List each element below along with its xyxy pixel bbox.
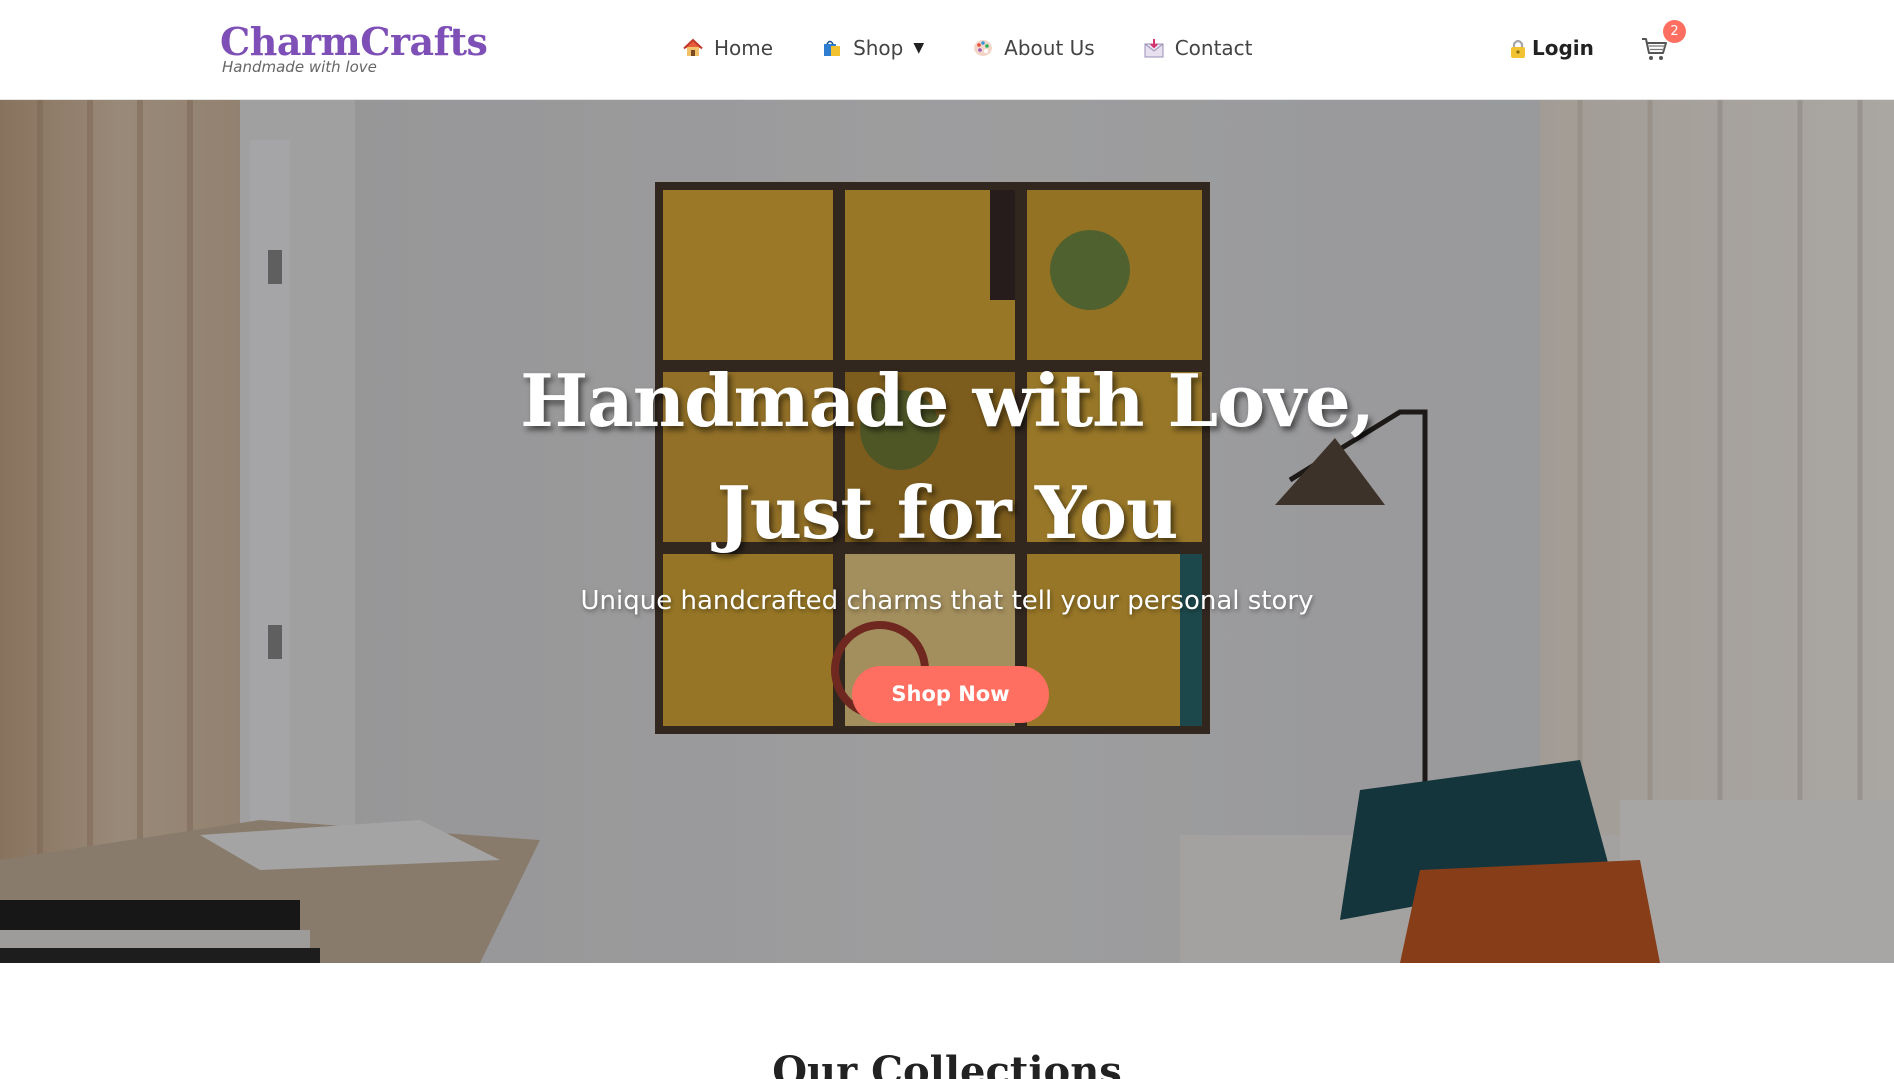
main-nav: Home Shop ▼ About Us Contact <box>682 36 1301 60</box>
nav-item-home[interactable]: Home <box>682 36 773 60</box>
cart-icon <box>1640 38 1670 66</box>
brand-logo[interactable]: CharmCrafts Handmade with love <box>220 19 488 77</box>
nav-label-shop: Shop <box>853 36 904 60</box>
envelope-icon <box>1143 37 1165 59</box>
site-header: CharmCrafts Handmade with love Home Shop… <box>0 0 1894 100</box>
palette-icon <box>972 37 994 59</box>
nav-item-contact[interactable]: Contact <box>1143 36 1253 60</box>
cart-count-badge: 2 <box>1663 20 1686 43</box>
login-link[interactable]: Login <box>1508 36 1594 60</box>
cart-button[interactable] <box>1640 36 1670 62</box>
hero-subtitle: Unique handcrafted charms that tell your… <box>580 586 1314 616</box>
lock-icon <box>1508 37 1528 59</box>
nav-label-home: Home <box>714 36 774 60</box>
hero-banner: Handmade with Love, Just for You Unique … <box>0 100 1894 963</box>
hero-title: Handmade with Love, Just for You <box>520 358 1375 555</box>
collections-heading: Our Collections <box>772 1048 1122 1079</box>
shop-now-button[interactable]: Shop Now <box>852 666 1049 723</box>
nav-item-shop[interactable]: Shop ▼ <box>821 36 924 60</box>
login-label: Login <box>1532 36 1594 60</box>
chevron-down-icon: ▼ <box>913 40 925 56</box>
shopping-bag-icon <box>821 37 843 59</box>
nav-item-about[interactable]: About Us <box>972 36 1095 60</box>
brand-tagline: Handmade with love <box>222 58 377 76</box>
nav-label-contact: Contact <box>1174 36 1253 60</box>
house-icon <box>682 37 704 59</box>
brand-name: CharmCrafts <box>220 19 488 64</box>
nav-label-about: About Us <box>1004 36 1095 60</box>
